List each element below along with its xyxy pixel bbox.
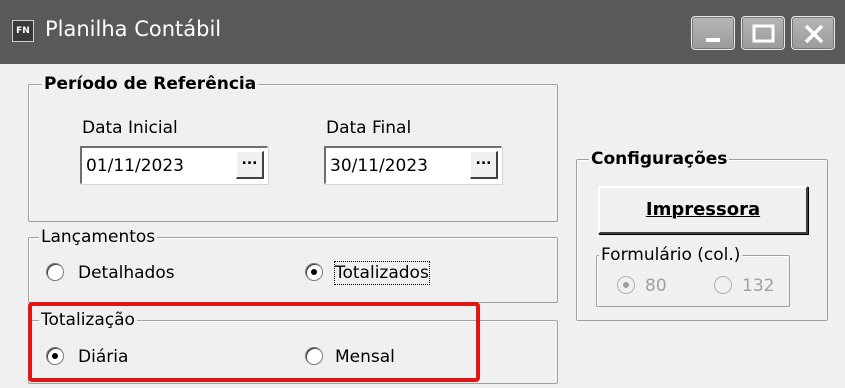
- detalhados-label[interactable]: Detalhados: [78, 262, 175, 284]
- highlight-box: [28, 302, 480, 382]
- maximize-button[interactable]: [741, 16, 785, 50]
- configuracoes-legend: Configurações: [589, 148, 730, 170]
- app-icon: FN: [12, 20, 34, 42]
- totalizados-radio[interactable]: [305, 263, 323, 281]
- col-132-label[interactable]: 132: [742, 275, 774, 297]
- close-icon: [804, 24, 824, 44]
- close-button[interactable]: [791, 16, 835, 50]
- minimize-icon: [706, 38, 720, 42]
- data-inicial-picker-button[interactable]: ...: [236, 151, 264, 179]
- totalizados-label[interactable]: Totalizados: [334, 261, 430, 285]
- lancamentos-legend: Lançamentos: [39, 226, 158, 248]
- window-title: Planilha Contábil: [45, 17, 222, 41]
- formulario-legend: Formulário (col.): [599, 244, 743, 266]
- data-final-field[interactable]: 30/11/2023 ...: [324, 146, 502, 184]
- minimize-button[interactable]: [691, 16, 735, 50]
- data-final-picker-button[interactable]: ...: [470, 151, 498, 179]
- data-inicial-field[interactable]: 01/11/2023 ...: [80, 146, 268, 184]
- data-inicial-label: Data Inicial: [82, 118, 178, 138]
- col-80-radio[interactable]: [617, 276, 635, 294]
- data-final-label: Data Final: [326, 118, 412, 138]
- periodo-legend: Período de Referência: [42, 73, 259, 95]
- col-80-label[interactable]: 80: [645, 275, 667, 297]
- impressora-label: Impressora: [645, 199, 761, 220]
- title-bar: FN Planilha Contábil: [0, 0, 845, 64]
- col-132-radio[interactable]: [714, 276, 732, 294]
- data-inicial-value[interactable]: 01/11/2023: [86, 155, 184, 177]
- detalhados-radio[interactable]: [46, 263, 64, 281]
- data-final-value[interactable]: 30/11/2023: [330, 155, 428, 177]
- maximize-icon: [752, 24, 775, 43]
- impressora-button[interactable]: Impressora: [598, 186, 808, 234]
